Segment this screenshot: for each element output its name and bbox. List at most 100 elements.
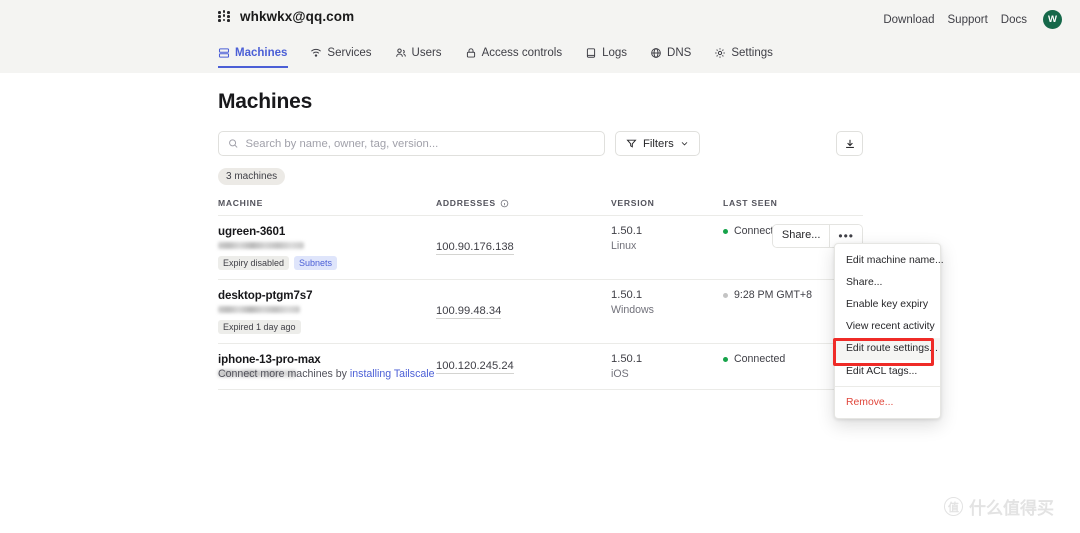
top-link-docs[interactable]: Docs: [1001, 14, 1027, 26]
tab-settings-label: Settings: [731, 47, 773, 59]
tab-access-controls[interactable]: Access controls: [454, 47, 575, 68]
top-header-band: whkwkx@qq.com Download Support Docs W Ma…: [0, 0, 1080, 73]
redacted-owner: [218, 306, 300, 313]
installing-tailscale-link[interactable]: installing Tailscale: [350, 368, 435, 380]
account-email: whkwkx@qq.com: [240, 9, 354, 24]
col-header-machine: MACHINE: [218, 198, 436, 208]
servers-icon: [218, 47, 230, 59]
col-header-addresses-label: ADDRESSES: [436, 198, 496, 208]
menu-item-view-recent-activity[interactable]: View recent activity: [835, 316, 940, 338]
machine-address[interactable]: 100.99.48.34: [436, 305, 501, 319]
search-row: Filters: [218, 131, 700, 156]
menu-item-edit-machine-name[interactable]: Edit machine name...: [835, 249, 940, 271]
machine-os: Windows: [611, 304, 723, 316]
table-row: desktop-ptgm7s7 Expired 1 day ago 100.99…: [218, 280, 863, 344]
status-dot-icon: [723, 293, 728, 298]
info-icon[interactable]: [500, 199, 509, 208]
tab-active-underline: [218, 66, 288, 68]
table-row: iphone-13-pro-max 100.120.245.24 1.50.1 …: [218, 344, 863, 390]
wifi-icon: [310, 47, 322, 59]
table-header-row: MACHINE ADDRESSES VERSION LAST SEEN: [218, 198, 863, 216]
machine-count-badge: 3 machines: [218, 168, 285, 185]
machine-name[interactable]: iphone-13-pro-max: [218, 353, 436, 366]
col-header-addresses: ADDRESSES: [436, 198, 611, 208]
tab-users-label: Users: [412, 47, 442, 59]
filter-icon: [626, 138, 637, 149]
top-links: Download Support Docs W: [883, 10, 1062, 29]
menu-item-remove[interactable]: Remove...: [835, 391, 940, 413]
grid-dots-icon: [218, 10, 231, 23]
export-download-button[interactable]: [836, 131, 863, 156]
watermark-logo: 值: [944, 497, 963, 516]
primary-nav: Machines Services Users: [218, 47, 785, 68]
top-link-support[interactable]: Support: [948, 14, 988, 26]
watermark-text: 什么值得买: [969, 494, 1054, 519]
status-text: Connected: [734, 353, 785, 365]
menu-item-share[interactable]: Share...: [835, 271, 940, 293]
machines-table: MACHINE ADDRESSES VERSION LAST SEEN ugre…: [218, 198, 863, 390]
status-badge: Expiry disabled: [218, 256, 289, 270]
globe-icon: [650, 47, 662, 59]
top-link-download[interactable]: Download: [883, 14, 934, 26]
page-root: whkwkx@qq.com Download Support Docs W Ma…: [0, 0, 1080, 533]
search-input[interactable]: [245, 138, 595, 150]
machine-version: 1.50.1: [611, 353, 723, 365]
machine-badges: Expiry disabled Subnets: [218, 256, 436, 270]
table-row: ugreen-3601 Expiry disabled Subnets 100.…: [218, 216, 863, 280]
row-machine-cell: desktop-ptgm7s7 Expired 1 day ago: [218, 289, 436, 334]
connect-more-text: Connect more machines by installing Tail…: [218, 368, 435, 380]
tab-machines-label: Machines: [235, 47, 287, 59]
menu-item-enable-key-expiry[interactable]: Enable key expiry: [835, 293, 940, 315]
page-title: Machines: [218, 90, 312, 114]
tab-settings[interactable]: Settings: [703, 47, 785, 68]
download-icon: [844, 138, 856, 150]
machine-name[interactable]: ugreen-3601: [218, 225, 436, 238]
chevron-down-icon: [680, 139, 689, 148]
machine-version: 1.50.1: [611, 289, 723, 301]
filters-button[interactable]: Filters: [615, 131, 700, 156]
status-text: 9:28 PM GMT+8: [734, 289, 812, 301]
col-header-last-seen: LAST SEEN: [723, 198, 863, 208]
search-icon: [228, 138, 238, 149]
tab-services[interactable]: Services: [299, 47, 383, 68]
tab-users[interactable]: Users: [384, 47, 454, 68]
book-icon: [585, 47, 597, 59]
status-dot-icon: [723, 357, 728, 362]
tab-services-label: Services: [327, 47, 371, 59]
search-box[interactable]: [218, 131, 605, 156]
row-version-cell: 1.50.1 iOS: [611, 353, 723, 380]
filters-label: Filters: [643, 138, 674, 150]
machine-os: iOS: [611, 368, 723, 380]
col-header-version: VERSION: [611, 198, 723, 208]
menu-item-edit-route-settings[interactable]: Edit route settings...: [835, 338, 940, 360]
avatar[interactable]: W: [1043, 10, 1062, 29]
gear-icon: [714, 47, 726, 59]
row-address-cell: 100.99.48.34: [436, 289, 611, 334]
status-badge: Expired 1 day ago: [218, 320, 301, 334]
share-button[interactable]: Share...: [773, 225, 831, 247]
row-address-cell: 100.120.245.24: [436, 353, 611, 380]
tab-dns-label: DNS: [667, 47, 691, 59]
row-address-cell: 100.90.176.138: [436, 225, 611, 270]
machine-name[interactable]: desktop-ptgm7s7: [218, 289, 436, 302]
lock-icon: [465, 47, 477, 59]
connect-more-label: Connect more machines by: [218, 368, 350, 380]
row-version-cell: 1.50.1 Linux: [611, 225, 723, 270]
machine-version: 1.50.1: [611, 225, 723, 237]
subnets-badge[interactable]: Subnets: [294, 256, 337, 270]
tab-machines[interactable]: Machines: [218, 47, 299, 68]
menu-separator: [835, 386, 940, 387]
row-version-cell: 1.50.1 Windows: [611, 289, 723, 334]
machine-address[interactable]: 100.90.176.138: [436, 241, 514, 255]
redacted-owner: [218, 242, 304, 249]
tab-dns[interactable]: DNS: [639, 47, 703, 68]
machine-address[interactable]: 100.120.245.24: [436, 360, 514, 374]
brand-row: whkwkx@qq.com: [218, 9, 354, 24]
machine-badges: Expired 1 day ago: [218, 320, 436, 334]
menu-item-edit-acl-tags[interactable]: Edit ACL tags...: [835, 360, 940, 382]
watermark: 值 什么值得买: [944, 494, 1054, 519]
machine-os: Linux: [611, 240, 723, 252]
tab-logs-label: Logs: [602, 47, 627, 59]
tab-logs[interactable]: Logs: [574, 47, 639, 68]
status-dot-icon: [723, 229, 728, 234]
